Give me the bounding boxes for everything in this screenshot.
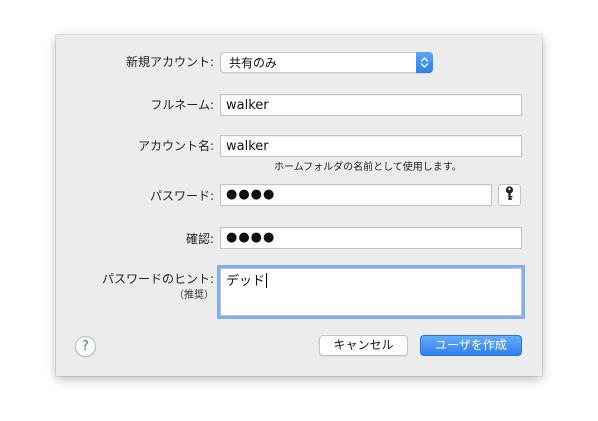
account-name-value: walker	[226, 139, 269, 154]
verify-masked-value: ●●●●	[226, 230, 276, 245]
new-account-sheet: 新規アカウント: 共有のみ フルネーム: walker アカウント名: walk…	[56, 35, 542, 376]
password-field[interactable]: ●●●●	[220, 184, 492, 206]
text-caret	[266, 273, 268, 288]
password-masked-value: ●●●●	[226, 187, 276, 202]
help-button[interactable]: ?	[75, 336, 96, 357]
verify-label: 確認:	[185, 232, 214, 246]
full-name-label: フルネーム:	[150, 98, 214, 112]
password-hint-recommended: （推奨）	[174, 290, 214, 301]
full-name-field[interactable]: walker	[220, 94, 522, 116]
account-type-value: 共有のみ	[229, 56, 278, 70]
password-label: パスワード:	[149, 189, 214, 203]
password-assistant-button[interactable]	[498, 184, 521, 206]
account-type-popup[interactable]: 共有のみ	[220, 52, 433, 73]
full-name-value: walker	[226, 98, 269, 113]
chevron-updown-icon	[416, 52, 433, 73]
password-hint-field[interactable]: デッド	[220, 268, 522, 316]
account-type-label: 新規アカウント:	[125, 55, 214, 69]
account-name-note: ホームフォルダの名前として使用します。	[274, 162, 462, 173]
create-user-button[interactable]: ユーザを作成	[420, 335, 522, 356]
password-hint-label: パスワードのヒント:	[101, 272, 214, 286]
account-name-field[interactable]: walker	[220, 135, 522, 157]
password-hint-value: デッド	[226, 273, 268, 289]
verify-field[interactable]: ●●●●	[220, 227, 522, 249]
cancel-button[interactable]: キャンセル	[319, 335, 408, 356]
account-name-label: アカウント名:	[137, 139, 214, 153]
key-icon	[505, 185, 514, 205]
